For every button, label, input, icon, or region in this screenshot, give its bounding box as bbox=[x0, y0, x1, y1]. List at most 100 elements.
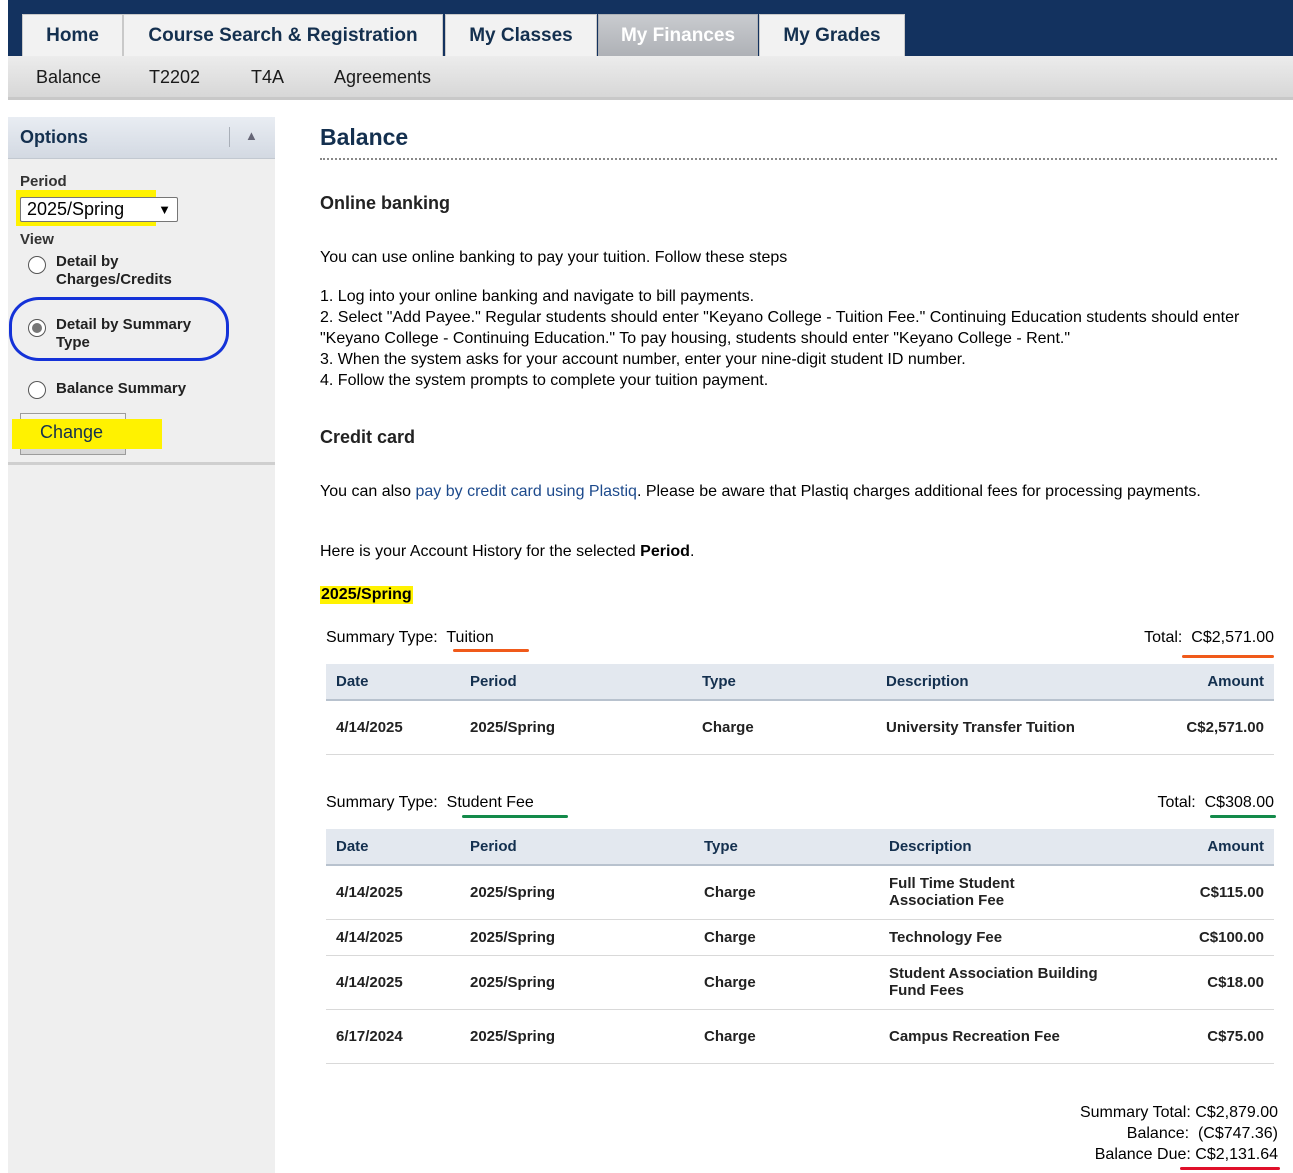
summary-total-line: Summary Total: C$2,879.00 bbox=[1080, 1102, 1278, 1123]
account-history-text: Here is your Account History for the sel… bbox=[320, 541, 1275, 562]
table-header-row: Date Period Type Description Amount bbox=[326, 829, 1274, 866]
red-annotation-underline bbox=[1180, 1167, 1280, 1170]
period-heading: 2025/Spring bbox=[320, 586, 413, 604]
cell-period: 2025/Spring bbox=[460, 865, 694, 920]
table-header-row: Date Period Type Description Amount bbox=[326, 664, 1274, 701]
plastiq-link[interactable]: pay by credit card using Plastiq bbox=[415, 483, 636, 500]
subnav-t4a[interactable]: T4A bbox=[251, 67, 284, 88]
radio-label: Detail by Summary Type bbox=[56, 316, 192, 351]
total-value: C$308.00 bbox=[1204, 794, 1274, 811]
summary-type-label: Summary Type: Student Fee bbox=[326, 794, 534, 812]
cell-date: 4/14/2025 bbox=[326, 700, 460, 755]
account-totals: Summary Total: C$2,879.00 Balance: (C$74… bbox=[1080, 1102, 1278, 1165]
steps-list: 1. Log into your online banking and navi… bbox=[320, 286, 1275, 391]
radio-label: Detail by Charges/Credits bbox=[56, 253, 172, 288]
total-label: Total: bbox=[1157, 794, 1196, 811]
sidebar-divider bbox=[8, 462, 275, 465]
triangle-up-icon[interactable]: ▲ bbox=[245, 128, 258, 143]
credit-card-post: . Please be aware that Plastiq charges a… bbox=[636, 483, 1201, 500]
tab-home[interactable]: Home bbox=[22, 14, 123, 56]
subnav-balance[interactable]: Balance bbox=[36, 67, 101, 88]
top-nav-bar: Home Course Search & Registration My Cla… bbox=[8, 0, 1293, 56]
balance-line: Balance: (C$747.36) bbox=[1080, 1123, 1278, 1144]
total-label: Total: bbox=[1144, 629, 1183, 646]
col-description: Description bbox=[879, 829, 1109, 866]
cell-type: Charge bbox=[694, 919, 879, 956]
tab-course-search-registration[interactable]: Course Search & Registration bbox=[123, 14, 443, 56]
step-3: 3. When the system asks for your account… bbox=[320, 351, 966, 368]
cell-type: Charge bbox=[692, 700, 876, 755]
table-row: 4/14/2025 2025/Spring Charge Student Ass… bbox=[326, 955, 1274, 1010]
cell-description: Full Time Student Association Fee bbox=[879, 865, 1109, 920]
period-select[interactable]: 2025/Spring ▼ bbox=[20, 197, 178, 222]
radio-button[interactable] bbox=[28, 256, 46, 274]
balance-value: (C$747.36) bbox=[1197, 1125, 1278, 1142]
summary-type-prefix: Summary Type: bbox=[326, 629, 438, 646]
tuition-table: Date Period Type Description Amount 4/14… bbox=[326, 664, 1274, 755]
options-header-divider bbox=[229, 127, 230, 147]
col-period: Period bbox=[460, 829, 694, 866]
tab-my-classes[interactable]: My Classes bbox=[445, 14, 597, 56]
cell-amount: C$18.00 bbox=[1109, 955, 1274, 1010]
options-title: Options bbox=[20, 127, 88, 147]
col-type: Type bbox=[694, 829, 879, 866]
history-pre: Here is your Account History for the sel… bbox=[320, 543, 641, 560]
cell-period: 2025/Spring bbox=[460, 955, 694, 1010]
summary-total: Total: C$308.00 bbox=[1157, 794, 1274, 812]
tab-my-finances[interactable]: My Finances bbox=[598, 14, 758, 56]
history-post: . bbox=[689, 543, 695, 560]
col-amount: Amount bbox=[1106, 664, 1274, 701]
student-fee-table: Date Period Type Description Amount 4/14… bbox=[326, 829, 1274, 1064]
history-bold: Period bbox=[640, 543, 690, 560]
online-banking-intro: You can use online banking to pay your t… bbox=[320, 249, 788, 266]
radio-label: Balance Summary bbox=[56, 380, 187, 397]
green-annotation-underline bbox=[1210, 815, 1276, 818]
col-date: Date bbox=[326, 829, 460, 866]
cell-description: University Transfer Tuition bbox=[876, 700, 1106, 755]
online-banking-heading: Online banking bbox=[320, 193, 451, 213]
cell-period: 2025/Spring bbox=[460, 700, 692, 755]
balance-due-label: Balance Due: bbox=[1094, 1146, 1191, 1163]
credit-card-text: You can also pay by credit card using Pl… bbox=[320, 481, 1250, 502]
col-amount: Amount bbox=[1109, 829, 1274, 866]
cell-amount: C$2,571.00 bbox=[1106, 700, 1274, 755]
view-label: View bbox=[20, 231, 54, 248]
period-label: Period bbox=[20, 173, 67, 190]
subnav-agreements[interactable]: Agreements bbox=[334, 67, 431, 88]
col-description: Description bbox=[876, 664, 1106, 701]
step-1: 1. Log into your online banking and navi… bbox=[320, 288, 755, 305]
tab-my-grades[interactable]: My Grades bbox=[759, 14, 905, 56]
cell-description: Campus Recreation Fee bbox=[879, 1009, 1109, 1064]
sub-nav: Balance T2202 T4A Agreements bbox=[8, 56, 1293, 100]
cell-amount: C$75.00 bbox=[1109, 1009, 1274, 1064]
radio-button-checked[interactable] bbox=[28, 319, 46, 337]
cell-period: 2025/Spring bbox=[460, 1009, 694, 1064]
summary-total-value: C$2,879.00 bbox=[1195, 1104, 1278, 1121]
cell-date: 4/14/2025 bbox=[326, 865, 460, 920]
table-row: 4/14/2025 2025/Spring Charge University … bbox=[326, 700, 1274, 755]
period-select-value: 2025/Spring bbox=[27, 199, 125, 219]
summary-total: Total: C$2,571.00 bbox=[1144, 629, 1274, 647]
orange-annotation-underline bbox=[453, 649, 529, 652]
balance-due-line: Balance Due: C$2,131.64 bbox=[1080, 1144, 1278, 1165]
table-row: 4/14/2025 2025/Spring Charge Full Time S… bbox=[326, 865, 1274, 920]
cell-description: Student Association Building Fund Fees bbox=[879, 955, 1109, 1010]
radio-button[interactable] bbox=[28, 381, 46, 399]
table-row: 6/17/2024 2025/Spring Charge Campus Recr… bbox=[326, 1009, 1274, 1064]
total-value: C$2,571.00 bbox=[1191, 629, 1274, 646]
step-2: 2. Select "Add Payee." Regular students … bbox=[320, 309, 1240, 347]
summary-type-prefix: Summary Type: bbox=[326, 794, 438, 811]
summary-type-value: Student Fee bbox=[446, 794, 534, 811]
table-row: 4/14/2025 2025/Spring Charge Technology … bbox=[326, 919, 1274, 956]
cell-type: Charge bbox=[694, 1009, 879, 1064]
subnav-t2202[interactable]: T2202 bbox=[149, 67, 200, 88]
col-date: Date bbox=[326, 664, 460, 701]
cell-period: 2025/Spring bbox=[460, 919, 694, 956]
orange-annotation-underline bbox=[1182, 655, 1274, 658]
options-header[interactable]: Options ▲ bbox=[8, 117, 275, 159]
options-sidebar: Options ▲ Period 2025/Spring ▼ View Deta… bbox=[8, 117, 275, 1173]
cell-date: 4/14/2025 bbox=[326, 919, 460, 956]
green-annotation-underline bbox=[462, 815, 568, 818]
page-title: Balance bbox=[320, 124, 409, 150]
change-button-label[interactable]: Change bbox=[40, 422, 103, 443]
